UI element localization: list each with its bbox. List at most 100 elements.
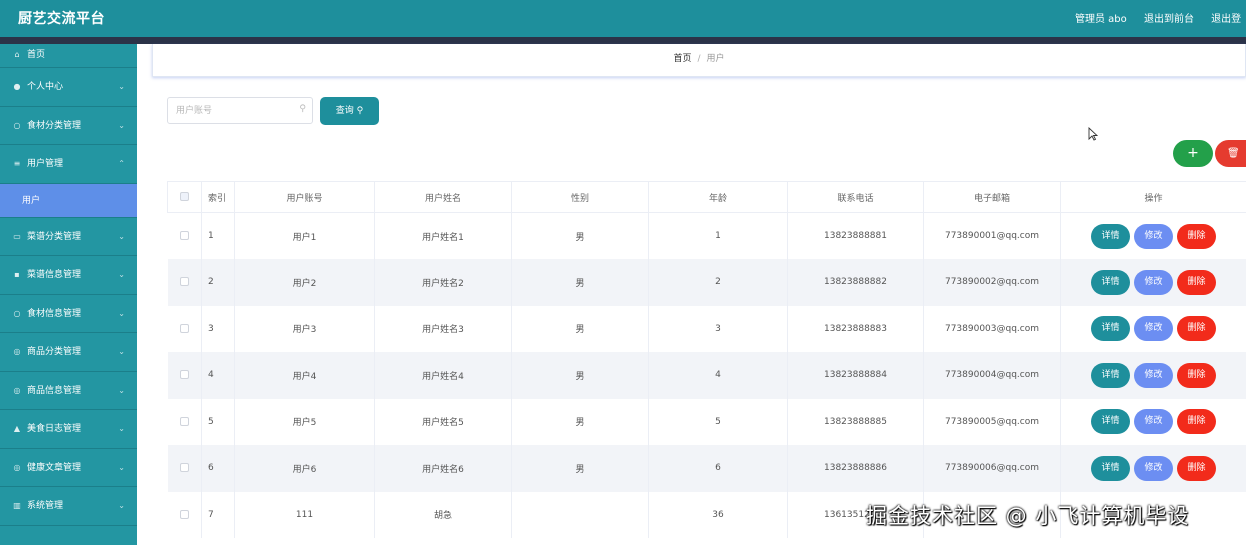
- row-checkbox[interactable]: [167, 352, 202, 399]
- row-checkbox[interactable]: [167, 259, 202, 306]
- breadcrumb: 首页 / 用户: [152, 44, 1246, 77]
- cell-index: 7: [201, 491, 235, 538]
- detail-button[interactable]: 详情: [1091, 269, 1130, 295]
- sidebar-item-ingredient-info[interactable]: ○ 食材信息管理 ⌄: [0, 295, 137, 333]
- edit-button[interactable]: 修改: [1134, 269, 1173, 295]
- sidebar-item-health-article[interactable]: ◎ 健康文章管理 ⌄: [0, 449, 137, 487]
- cell-account: 用户4: [234, 352, 375, 399]
- back-to-front-link[interactable]: 退出到前台: [1144, 14, 1194, 25]
- breadcrumb-current: 用户: [706, 54, 725, 64]
- select-all-checkbox[interactable]: [167, 181, 202, 213]
- sidebar-subitem-user[interactable]: 用户: [0, 183, 137, 218]
- sidebar-item-recipe-info[interactable]: ▪ 菜谱信息管理 ⌄: [0, 256, 137, 295]
- detail-button[interactable]: 详情: [1091, 223, 1130, 249]
- circle-icon: ◎: [13, 347, 21, 356]
- row-checkbox[interactable]: [167, 398, 202, 445]
- sidebar-item-label: 用户管理: [27, 159, 64, 169]
- chevron-down-icon: ⌄: [118, 120, 125, 130]
- sidebar-item-label: 食材分类管理: [27, 120, 82, 131]
- list-icon: ≡: [13, 159, 21, 168]
- cell-index: 6: [201, 445, 235, 492]
- column-header: 性别: [511, 181, 649, 213]
- cell-gender: 男: [511, 398, 649, 445]
- cell-age: 2: [648, 259, 788, 306]
- circle-icon: ○: [13, 308, 21, 318]
- cell-phone: 13823888882: [787, 259, 924, 306]
- sidebar: ⌂ 首页 ● 个人中心 ⌄ ○ 食材分类管理 ⌄ ≡ 用户管理 ⌃ 用户 ▭ 菜谱分类管理 ⌄ ▪…: [0, 44, 137, 545]
- cell-age: 3: [648, 305, 788, 352]
- search-field: ⚲: [167, 97, 313, 124]
- delete-button[interactable]: 删除: [1177, 269, 1216, 295]
- edit-button[interactable]: 修改: [1134, 316, 1173, 342]
- sidebar-item-label: 商品信息管理: [27, 385, 82, 396]
- sidebar-item-users[interactable]: ≡ 用户管理 ⌃: [0, 145, 137, 184]
- table-row: 2 用户2 用户姓名2 男 2 13823888882 773890002@qq.com 详情…: [167, 259, 1246, 306]
- edit-button[interactable]: 修改: [1134, 362, 1173, 388]
- cell-age: 6: [648, 445, 788, 492]
- logout-link[interactable]: 退出登: [1211, 14, 1241, 25]
- query-button-label: 查询: [335, 106, 354, 116]
- query-button[interactable]: 查询 ⚲: [320, 97, 379, 125]
- trash-icon: 🗑: [1227, 148, 1240, 159]
- watermark-text: 掘金技术社区 @ 小飞计算机毕设: [866, 504, 1190, 528]
- chevron-down-icon: ⌄: [118, 347, 125, 356]
- detail-button[interactable]: 详情: [1091, 316, 1130, 342]
- sidebar-item-recipe-category[interactable]: ▭ 菜谱分类管理 ⌄: [0, 218, 137, 256]
- row-checkbox[interactable]: [167, 445, 202, 492]
- sidebar-item-personal[interactable]: ● 个人中心 ⌄: [0, 68, 137, 107]
- cell-account: 111: [234, 491, 375, 538]
- detail-button[interactable]: 详情: [1091, 455, 1130, 481]
- delete-button[interactable]: 删除: [1177, 223, 1216, 249]
- cell-index: 5: [201, 398, 235, 445]
- cell-actions: 详情 修改 删除: [1060, 352, 1246, 399]
- sidebar-item-label: 食材信息管理: [27, 308, 82, 319]
- breadcrumb-home[interactable]: 首页: [673, 54, 691, 64]
- batch-delete-button[interactable]: 🗑: [1215, 140, 1246, 167]
- detail-button[interactable]: 详情: [1091, 362, 1130, 388]
- detail-button[interactable]: 详情: [1091, 409, 1130, 435]
- delete-button[interactable]: 删除: [1177, 316, 1216, 342]
- add-button[interactable]: +: [1173, 140, 1213, 167]
- row-checkbox[interactable]: [167, 305, 202, 352]
- cart-icon: ▲: [13, 424, 21, 433]
- chevron-down-icon: ⌄: [118, 501, 125, 510]
- cell-email: 773890006@qq.com: [923, 445, 1061, 492]
- edit-button[interactable]: 修改: [1134, 409, 1173, 435]
- sidebar-item-system[interactable]: ▥ 系统管理 ⌄: [0, 487, 137, 526]
- column-header: 电子邮箱: [923, 181, 1061, 213]
- sidebar-item-food-log[interactable]: ▲ 美食日志管理 ⌄: [0, 410, 137, 449]
- cell-name: 用户姓名1: [374, 212, 512, 259]
- sidebar-item-product-info[interactable]: ◎ 商品信息管理 ⌄: [0, 372, 137, 410]
- delete-button[interactable]: 删除: [1177, 362, 1216, 388]
- sidebar-item-home[interactable]: ⌂ 首页: [0, 44, 137, 68]
- sidebar-item-label: 首页: [27, 50, 46, 60]
- cell-gender: [511, 491, 649, 538]
- edit-button[interactable]: 修改: [1134, 223, 1173, 249]
- cell-actions: 详情 修改 删除: [1060, 212, 1246, 259]
- sidebar-item-label: 个人中心: [27, 82, 64, 92]
- sidebar-item-ingredient-category[interactable]: ○ 食材分类管理 ⌄: [0, 107, 137, 145]
- admin-label[interactable]: 管理员 abo: [1075, 14, 1127, 25]
- delete-button[interactable]: 删除: [1177, 409, 1216, 435]
- cell-phone: 13823888885: [787, 398, 924, 445]
- row-checkbox[interactable]: [167, 212, 202, 259]
- edit-button[interactable]: 修改: [1134, 455, 1173, 481]
- row-checkbox[interactable]: [167, 491, 202, 538]
- sidebar-item-label: 菜谱信息管理: [27, 270, 82, 280]
- cell-gender: 男: [511, 259, 649, 306]
- cell-age: 36: [648, 491, 788, 538]
- sidebar-item-product-category[interactable]: ◎ 商品分类管理 ⌄: [0, 333, 137, 372]
- search-input[interactable]: [176, 98, 291, 124]
- cell-account: 用户5: [234, 398, 375, 445]
- column-header: 年龄: [648, 181, 788, 213]
- chevron-down-icon: ⌄: [118, 231, 125, 241]
- cell-gender: 男: [511, 212, 649, 259]
- sidebar-item-label: 健康文章管理: [27, 462, 82, 473]
- chevron-down-icon: ⌄: [118, 385, 125, 395]
- table-row: 4 用户4 用户姓名4 男 4 13823888884 773890004@qq.com 详情…: [167, 352, 1246, 399]
- sidebar-item-label: 菜谱分类管理: [27, 231, 82, 242]
- cell-account: 用户1: [234, 212, 375, 259]
- delete-button[interactable]: 删除: [1177, 455, 1216, 481]
- circle-icon: ◎: [13, 385, 21, 395]
- cell-email: 773890004@qq.com: [923, 352, 1061, 399]
